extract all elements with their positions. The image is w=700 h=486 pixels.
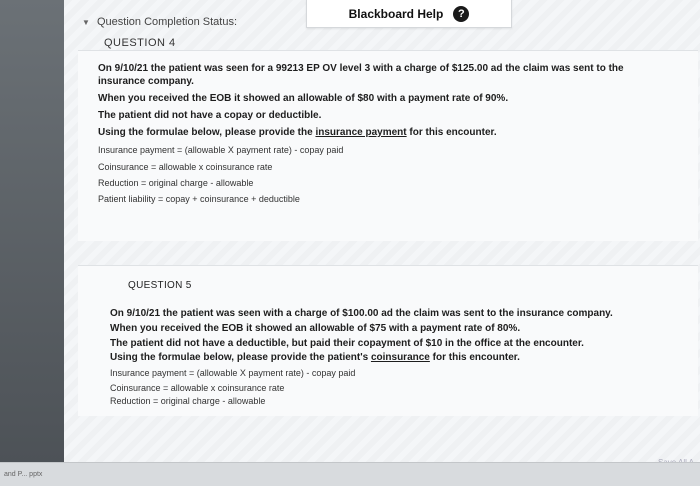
q4-formula-insurance: Insurance payment = (allowable X payment… [98, 145, 344, 155]
bottom-taskbar: and P... pptx [0, 462, 700, 486]
question-completion-status[interactable]: ▼ Question Completion Status: [82, 16, 237, 28]
q5-line-4: Using the formulae below, please provide… [110, 352, 520, 363]
q5-formula-insurance: Insurance payment = (allowable X payment… [110, 368, 356, 378]
q5-line-1: On 9/10/21 the patient was seen with a c… [110, 308, 613, 319]
q4-formula-reduction: Reduction = original charge - allowable [98, 178, 254, 188]
question-5-panel: QUESTION 5 On 9/10/21 the patient was se… [78, 265, 698, 416]
q5-prompt-target: coinsurance [370, 352, 430, 363]
q5-formula-coinsurance: Coinsurance = allowable x coinsurance ra… [110, 383, 285, 393]
caret-down-icon: ▼ [82, 18, 90, 27]
question-4-panel: On 9/10/21 the patient was seen for a 99… [78, 50, 698, 241]
q4-formula-coinsurance: Coinsurance = allowable x coinsurance ra… [98, 162, 273, 172]
help-title: Blackboard Help [348, 6, 444, 21]
left-dark-strip [0, 0, 64, 462]
q4-prompt-start: Using the formulae below, please provide… [98, 127, 313, 138]
help-question-icon[interactable]: ? [453, 5, 470, 22]
q5-line-3: The patient did not have a deductible, b… [110, 338, 584, 349]
q4-line-3: When you received the EOB it showed an a… [98, 93, 509, 104]
question-5-label: QUESTION 5 [128, 280, 192, 291]
q4-line-4: The patient did not have a copay or dedu… [98, 110, 322, 121]
content-area: ▼ Question Completion Status: Blackboard… [64, 0, 700, 462]
q5-prompt-end: for this encounter. [432, 352, 520, 363]
q4-line-2: insurance company. [98, 76, 194, 87]
q5-prompt-start: Using the formulae below, please provide… [110, 352, 369, 363]
q4-line-1: On 9/10/21 the patient was seen for a 99… [98, 63, 624, 74]
status-label: Question Completion Status: [96, 16, 238, 28]
taskbar-file-label[interactable]: and P... pptx [4, 471, 42, 478]
question-4-label: QUESTION 4 [104, 37, 176, 49]
q4-formula-liability: Patient liability = copay + coinsurance … [98, 194, 300, 204]
blackboard-help-bar[interactable]: Blackboard Help ? [306, 0, 512, 28]
q5-line-2: When you received the EOB it showed an a… [110, 323, 521, 334]
q4-prompt-target: insurance payment [315, 127, 407, 138]
q5-formula-reduction: Reduction = original charge - allowable [110, 396, 266, 406]
q4-prompt-end: for this encounter. [409, 127, 497, 138]
q4-line-5: Using the formulae below, please provide… [98, 127, 497, 138]
